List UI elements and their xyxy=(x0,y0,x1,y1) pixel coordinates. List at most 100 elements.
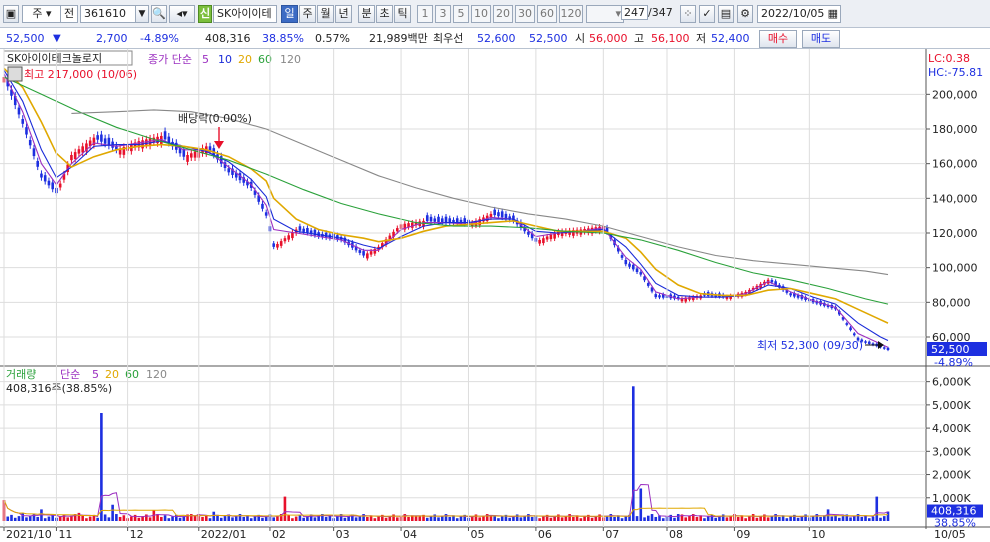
candle-body xyxy=(852,333,856,336)
count-display[interactable]: 247/347 xyxy=(618,5,674,23)
search-icon[interactable]: 🔍 xyxy=(151,5,167,23)
volume-bar xyxy=(85,518,88,521)
period-select[interactable]: 주 ▾ xyxy=(22,5,62,23)
candle-body xyxy=(40,173,43,178)
high-price: 56,100 xyxy=(651,32,690,45)
volume-bar xyxy=(624,516,628,521)
crosshair-icon[interactable]: ✓ xyxy=(699,5,715,23)
volume-bar xyxy=(875,496,879,521)
volume-bar xyxy=(714,517,717,521)
candle-body xyxy=(264,212,268,216)
volume-y-tick-label: 2,000K xyxy=(932,469,971,482)
buy-button[interactable]: 매수 xyxy=(759,30,797,48)
down-arrow-icon: ▼ xyxy=(53,33,61,44)
volume-bar xyxy=(25,517,28,521)
volume-bar xyxy=(583,516,586,521)
candle-body xyxy=(628,263,631,267)
volume-bar xyxy=(646,515,650,521)
interval-button-3[interactable]: 3 xyxy=(435,5,451,23)
price-y-tick-label: 140,000 xyxy=(932,192,978,205)
candle-body xyxy=(302,228,305,232)
candle-body xyxy=(631,264,635,270)
code-input[interactable]: 361610 xyxy=(80,5,138,23)
price-info-bar: 52,500 ▼ 2,700 -4.89% 408,316 38.85% 0.5… xyxy=(0,28,990,49)
grid-icon[interactable]: ⁘ xyxy=(680,5,696,23)
volume-bar xyxy=(598,514,601,521)
market-label[interactable]: 전 xyxy=(60,5,78,23)
volume-bar xyxy=(242,516,246,521)
volume-bar xyxy=(661,518,665,521)
date-input[interactable]: 2022/10/05 ▦ xyxy=(757,5,841,23)
volume-bar xyxy=(886,511,890,521)
candle-body xyxy=(28,139,32,146)
x-tick-label: 10 xyxy=(811,528,825,541)
period-button-minute[interactable]: 분 xyxy=(358,5,375,23)
candle-body xyxy=(51,182,54,190)
period-button-tick[interactable]: 틱 xyxy=(394,5,411,23)
interval-button-60[interactable]: 60 xyxy=(537,5,557,23)
x-tick-label: 2021/10 xyxy=(6,528,52,541)
volume-bar xyxy=(366,516,369,521)
price-y-tick-label: 160,000 xyxy=(932,158,978,171)
volume-bar xyxy=(373,518,377,521)
volume-bar xyxy=(107,517,111,521)
volume-bar xyxy=(204,515,208,521)
volume-bar xyxy=(193,515,197,521)
legend-title: SK아이이테크놀로지 xyxy=(7,52,102,65)
stock-name[interactable]: SK아이이테 xyxy=(213,5,277,23)
volume-bar xyxy=(167,518,171,521)
stock-chart[interactable]: 200,000 180,000 160,000 140,000 120,000 100,0… xyxy=(0,49,990,542)
candle-body xyxy=(36,161,40,167)
volume-bar xyxy=(796,517,800,521)
volume-bar xyxy=(354,517,358,521)
volume-bar xyxy=(145,514,148,521)
save-icon[interactable]: ▤ xyxy=(718,5,734,23)
interval-button-10[interactable]: 10 xyxy=(471,5,491,23)
volume-legend-label: 단순 xyxy=(60,368,80,381)
gear-icon[interactable]: ⚙ xyxy=(737,5,753,23)
volume-bar xyxy=(751,514,755,521)
volume-bar xyxy=(639,488,643,521)
volume-bar xyxy=(736,516,740,521)
volume-bar xyxy=(515,514,519,521)
interval-button-5[interactable]: 5 xyxy=(453,5,469,23)
speaker-icon[interactable]: ◂▾ xyxy=(169,5,195,23)
layout-icon[interactable]: ▣ xyxy=(3,5,19,23)
candle-body xyxy=(32,148,36,157)
candle-body xyxy=(635,268,639,272)
code-dropdown-icon[interactable]: ▼ xyxy=(135,5,149,23)
calendar-icon: ▦ xyxy=(827,7,838,20)
candle-body xyxy=(396,228,399,232)
best-bid: 52,500 xyxy=(529,32,568,45)
interval-button-1[interactable]: 1 xyxy=(417,5,433,23)
legend-period-5: 5 xyxy=(202,53,209,66)
x-tick-label: 10/05 xyxy=(934,528,966,541)
period-button-year[interactable]: 년 xyxy=(335,5,352,23)
x-tick-label: 06 xyxy=(538,528,552,541)
x-tick-label: 09 xyxy=(736,528,750,541)
candle-body xyxy=(373,249,377,254)
candle-body xyxy=(444,216,448,223)
volume-bar xyxy=(313,517,317,521)
volume-bar xyxy=(178,517,182,521)
interval-button-20[interactable]: 20 xyxy=(493,5,513,23)
volume-bar xyxy=(43,518,47,521)
period-button-week[interactable]: 주 xyxy=(299,5,316,23)
candle-body xyxy=(21,119,25,124)
period-button-day[interactable]: 일 xyxy=(281,5,298,23)
volume-bar xyxy=(261,517,264,521)
candle-body xyxy=(429,216,433,222)
volume-bar xyxy=(620,518,624,521)
turnover-pct: 0.57% xyxy=(315,32,350,45)
volume-bar xyxy=(396,517,399,521)
volume-bar xyxy=(160,516,163,521)
volume-bar xyxy=(748,516,751,521)
interval-button-120[interactable]: 120 xyxy=(559,5,583,23)
period-button-second[interactable]: 초 xyxy=(376,5,393,23)
sell-button[interactable]: 매도 xyxy=(802,30,840,48)
volume-y-tick-label: 4,000K xyxy=(932,422,971,435)
period-button-month[interactable]: 월 xyxy=(317,5,334,23)
interval-button-30[interactable]: 30 xyxy=(515,5,535,23)
volume-bar xyxy=(867,518,871,521)
candle-body xyxy=(96,135,99,140)
